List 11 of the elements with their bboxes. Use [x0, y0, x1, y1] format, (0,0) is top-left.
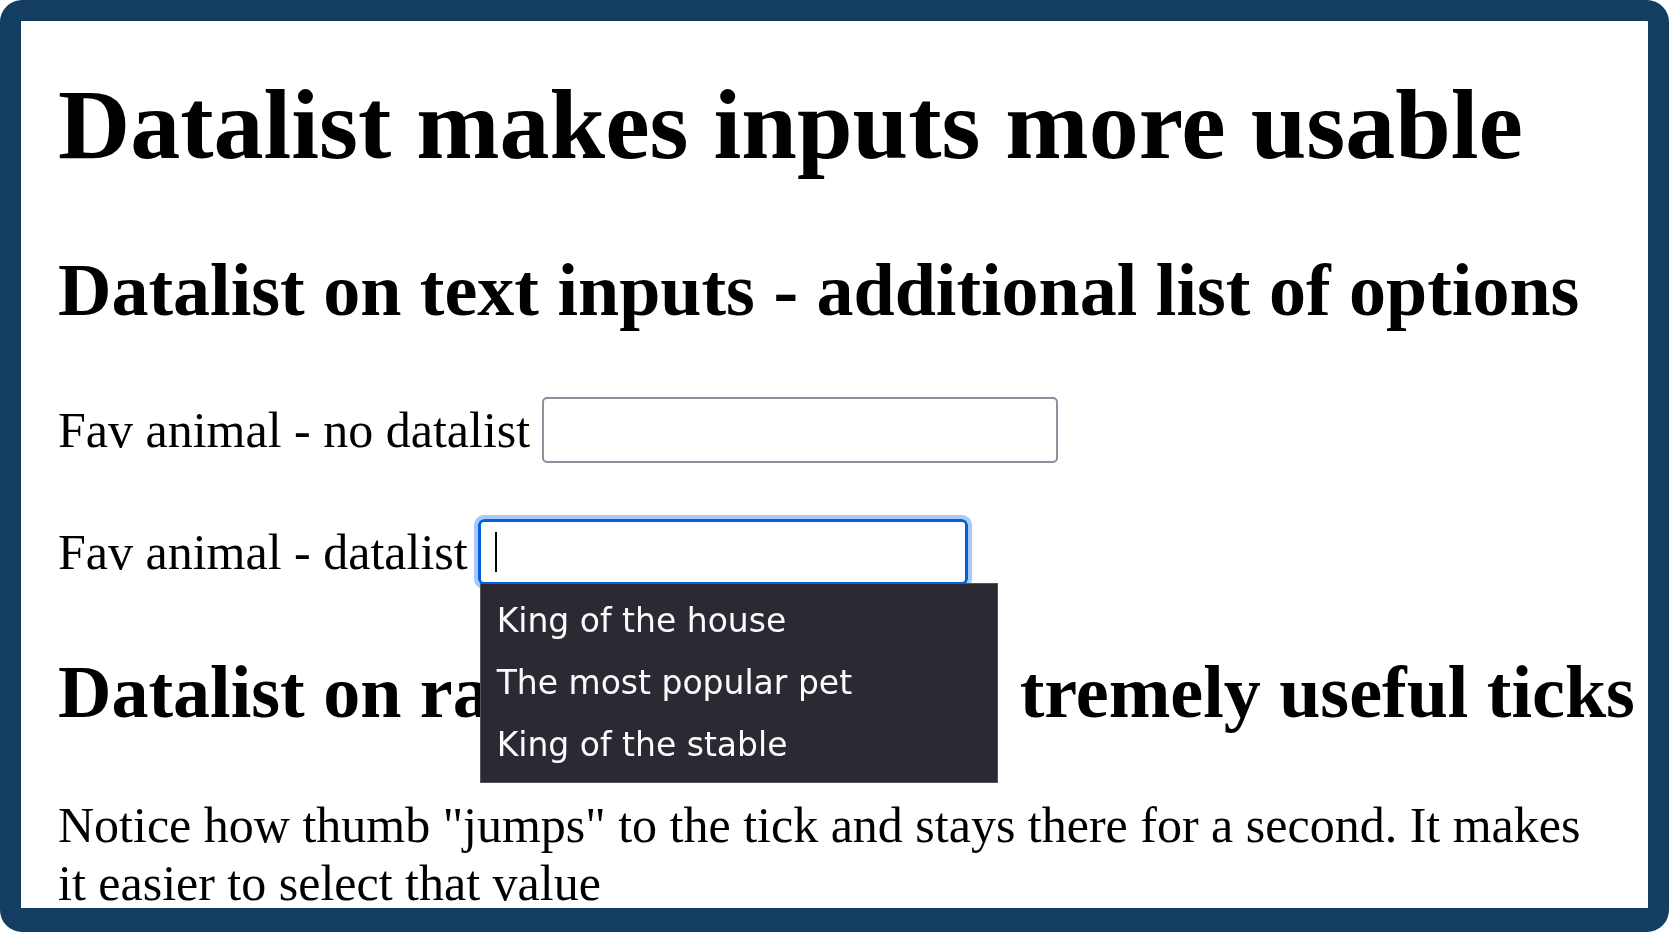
description-text: Notice how thumb "jumps" to the tick and stays there for a second. It makes it easier to select that value — [58, 796, 1582, 908]
section-heading: tremely useful ticks — [1019, 650, 1635, 735]
suggestion-option[interactable]: King of the stable — [480, 714, 997, 776]
section-heading: Datalist on text inputs - additional list of options — [58, 248, 1581, 333]
suggestion-option[interactable]: King of the house — [480, 590, 997, 652]
text-cursor — [494, 532, 497, 572]
field-label: Fav animal - no datalist — [58, 401, 531, 459]
page-title: Datalist makes inputs more usable — [58, 68, 1524, 182]
field-label: Fav animal - datalist — [58, 523, 468, 581]
text-input[interactable] — [542, 397, 1059, 463]
suggestion-option[interactable]: The most popular pet — [480, 652, 997, 714]
